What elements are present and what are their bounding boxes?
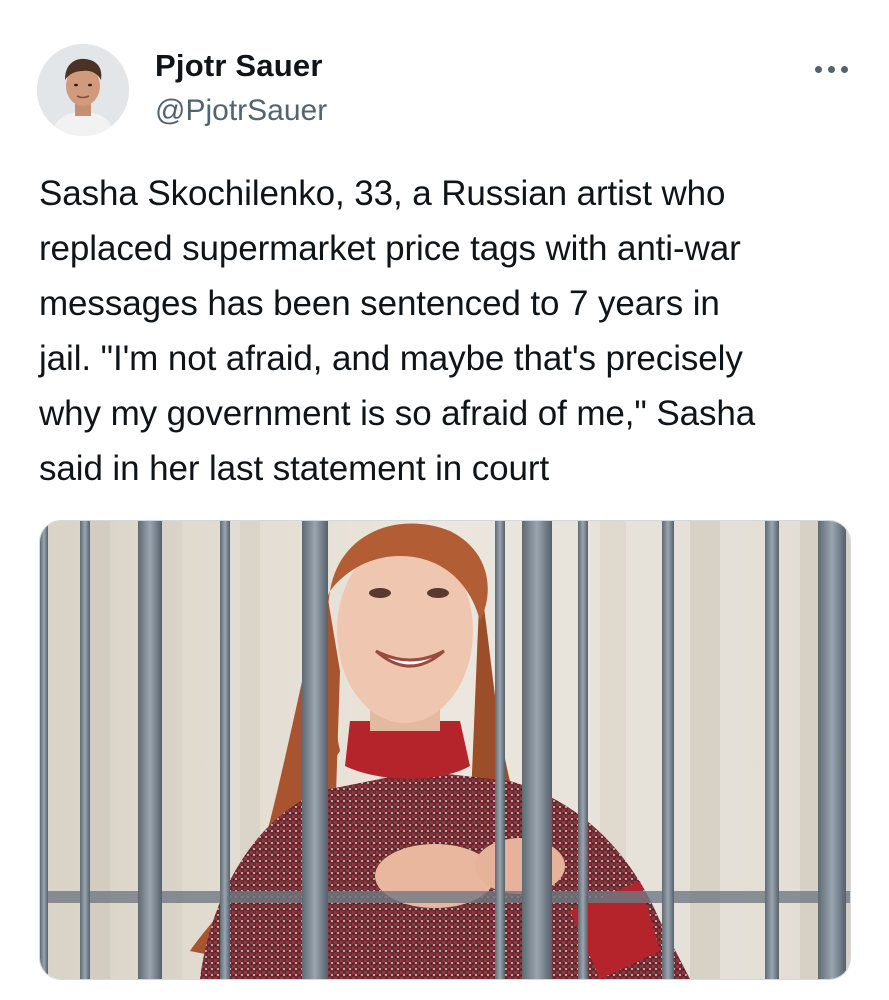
tweet-text-line: jail. "I'm not afraid, and maybe that's … xyxy=(39,339,743,378)
more-dot-icon xyxy=(827,65,835,73)
more-options-button[interactable] xyxy=(808,52,854,86)
author-name[interactable]: Pjotr Sauer xyxy=(155,48,323,84)
more-dot-icon xyxy=(840,65,848,73)
avatar-photo-icon xyxy=(37,44,129,136)
more-dot-icon xyxy=(814,65,822,73)
tweet-text-line: Sasha Skochilenko, 33, a Russian artist … xyxy=(39,174,726,213)
tweet-text-line: why my government is so afraid of me," S… xyxy=(39,394,756,433)
tweet-media-photo[interactable] xyxy=(39,520,851,980)
tweet-text-line: replaced supermarket price tags with ant… xyxy=(39,229,741,268)
tweet-text-line: said in her last statement in court xyxy=(39,449,550,488)
tweet-text-line: messages has been sentenced to 7 years i… xyxy=(39,284,720,323)
tweet-text: Sasha Skochilenko, 33, a Russian artist … xyxy=(39,166,859,496)
courtroom-photo-icon xyxy=(40,521,850,979)
author-avatar[interactable] xyxy=(37,44,129,136)
tweet-card: Pjotr Sauer @PjotrSauer Sasha Skochilenk… xyxy=(0,0,889,1000)
author-handle[interactable]: @PjotrSauer xyxy=(155,94,327,128)
